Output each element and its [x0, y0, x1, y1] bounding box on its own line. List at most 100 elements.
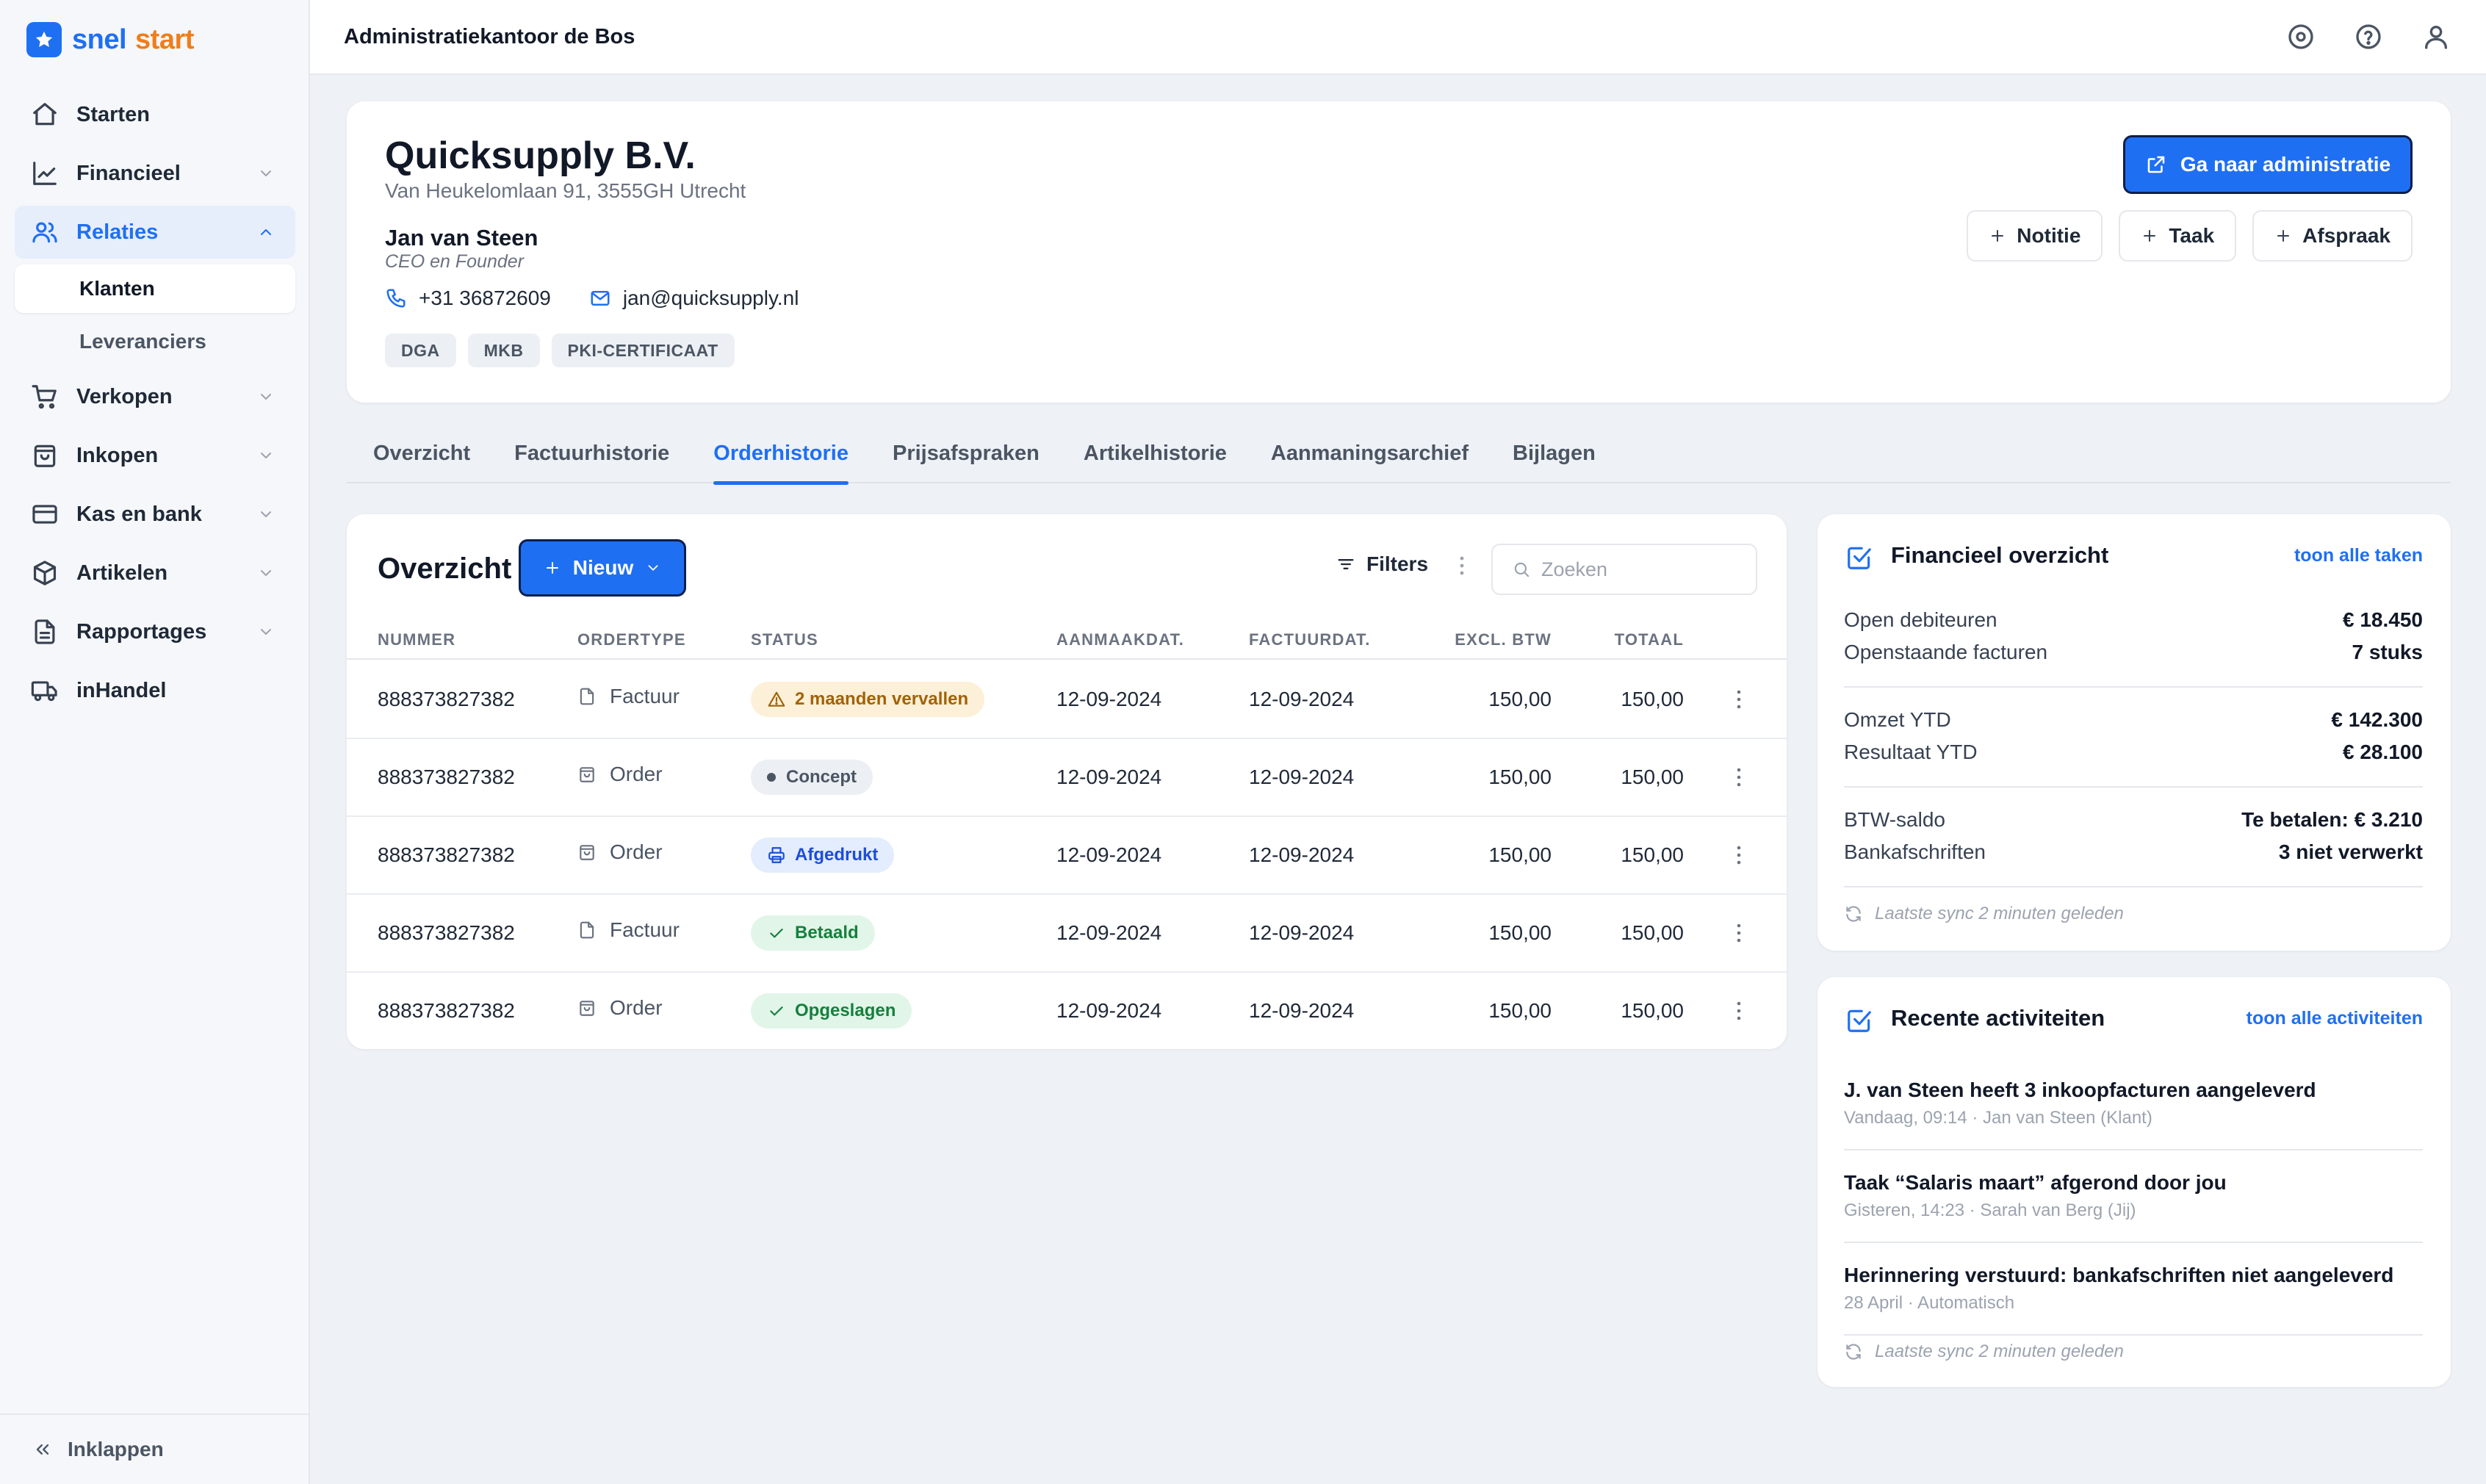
finance-label: Openstaande facturen — [1844, 641, 2048, 663]
search-field[interactable] — [1491, 544, 1757, 595]
nav-item-kas-en-bank[interactable]: Kas en bank — [15, 488, 295, 541]
amount-excl-vat: 150,00 — [1488, 766, 1552, 788]
home-icon — [31, 101, 59, 129]
settings-icon[interactable] — [2286, 22, 2316, 51]
company-name: Quicksupply B.V. — [385, 134, 696, 177]
activity-item[interactable]: Herinnering verstuurd: bankafschriften n… — [1844, 1243, 2423, 1336]
nav-item-inkopen[interactable]: Inkopen — [15, 429, 295, 482]
topbar-actions — [2248, 22, 2451, 51]
file-text-icon — [31, 618, 59, 646]
table-row[interactable]: 888373827382 Order Concept 12-09-2024 12… — [347, 739, 1787, 817]
row-menu-icon[interactable] — [1728, 920, 1750, 946]
tab-prijsafspraken[interactable]: Prijsafspraken — [871, 423, 1062, 483]
nav-label: Inkopen — [76, 443, 159, 467]
sidebar-item-klanten[interactable]: Klanten — [15, 264, 295, 313]
sidebar-item-leveranciers[interactable]: Leveranciers — [15, 317, 295, 366]
sync-status: Laatste sync 2 minuten geleden — [1844, 1341, 2124, 1362]
order-type: Order — [577, 763, 663, 786]
financial-overview-title: Financieel overzicht — [1891, 542, 2109, 568]
sync-label: Laatste sync 2 minuten geleden — [1875, 904, 2124, 923]
tab-aanmaningsarchief[interactable]: Aanmaningsarchief — [1249, 423, 1491, 483]
brand-logo[interactable]: snel start — [26, 21, 194, 59]
order-number: 888373827382 — [378, 688, 515, 710]
column-header-ordertype[interactable]: ORDERTYPE — [577, 630, 686, 649]
new-order-button[interactable]: Nieuw — [519, 539, 686, 597]
filters-button[interactable]: Filters — [1336, 552, 1428, 576]
divider — [1844, 686, 2423, 688]
amount-total: 150,00 — [1621, 843, 1684, 866]
add-appointment-button[interactable]: Afspraak — [2252, 210, 2413, 262]
amount-excl-vat: 150,00 — [1488, 688, 1552, 710]
nav-item-starten[interactable]: Starten — [15, 88, 295, 141]
filter-icon — [1338, 559, 1354, 569]
amount-excl-vat: 150,00 — [1488, 921, 1552, 944]
activity-item[interactable]: J. van Steen heeft 3 inkoopfacturen aang… — [1844, 1058, 2423, 1150]
invoice-date: 12-09-2024 — [1249, 766, 1355, 788]
column-header-excl-btw[interactable]: EXCL. BTW — [1441, 630, 1552, 649]
tab-factuurhistorie[interactable]: Factuurhistorie — [492, 423, 691, 483]
order-number: 888373827382 — [378, 999, 515, 1022]
order-type-label: Factuur — [610, 918, 680, 941]
collapse-sidebar-button[interactable]: Inklappen — [0, 1413, 309, 1484]
order-number: 888373827382 — [378, 843, 515, 866]
activity-item[interactable]: Taak “Salaris maart” afgerond door jou G… — [1844, 1150, 2423, 1243]
column-header-totaal[interactable]: TOTAAL — [1596, 630, 1684, 649]
table-row[interactable]: 888373827382 Factuur Betaald 12-09-2024 … — [347, 895, 1787, 973]
finance-value: 3 niet verwerkt — [2278, 840, 2423, 863]
contact-name: Jan van Steen — [385, 225, 538, 251]
tab-artikelhistorie[interactable]: Artikelhistorie — [1062, 423, 1249, 483]
nav-item-rapportages[interactable]: Rapportages — [15, 605, 295, 658]
nav-item-verkopen[interactable]: Verkopen — [15, 370, 295, 423]
chevron-down-icon — [648, 565, 658, 571]
phone-link[interactable]: +31 36872609 — [419, 287, 551, 310]
checkbox-checked-icon — [1845, 1006, 1873, 1034]
finance-label: Resultaat YTD — [1844, 741, 1978, 763]
table-row[interactable]: 888373827382 Order Opgeslagen 12-09-2024… — [347, 973, 1787, 1051]
more-options-icon[interactable] — [1450, 552, 1474, 579]
row-menu-icon[interactable] — [1728, 842, 1750, 868]
tab-orderhistorie[interactable]: Orderhistorie — [691, 423, 871, 485]
nav-label: Financieel — [76, 161, 181, 185]
add-task-button[interactable]: Taak — [2119, 210, 2237, 262]
tag-list: DGA MKB PKI-CERTIFICAAT — [385, 334, 746, 367]
nav-item-relaties[interactable]: Relaties — [15, 206, 295, 259]
column-header-factuurdatum[interactable]: FACTUURDAT. — [1249, 630, 1371, 649]
column-header-aanmaakdatum[interactable]: AANMAAKDAT. — [1056, 630, 1184, 649]
activity-title: Herinnering verstuurd: bankafschriften n… — [1844, 1264, 2394, 1286]
activity-meta: 28 April · Automatisch — [1844, 1293, 2015, 1313]
dot-icon — [767, 773, 776, 782]
add-note-button[interactable]: Notitie — [1967, 210, 2103, 262]
table-row[interactable]: 888373827382 Factuur 2 maanden vervallen… — [347, 661, 1787, 739]
activity-meta: Gisteren, 14:23 · Sarah van Berg (Jij) — [1844, 1200, 2136, 1220]
status-label: Concept — [786, 767, 857, 787]
check-icon — [770, 929, 783, 938]
row-menu-icon[interactable] — [1728, 998, 1750, 1024]
file-icon — [580, 921, 594, 939]
shopping-bag-icon — [31, 442, 59, 469]
email-link[interactable]: jan@quicksupply.nl — [623, 287, 799, 310]
plus-icon — [2144, 230, 2156, 242]
column-header-nummer[interactable]: NUMMER — [378, 630, 455, 649]
nav-item-inhandel[interactable]: inHandel — [15, 664, 295, 717]
recent-activities-title: Recente activiteiten — [1891, 1005, 2105, 1031]
checkbox-checked-icon — [1845, 544, 1873, 572]
go-to-administration-button[interactable]: Ga naar administratie — [2123, 135, 2413, 194]
tab-bijlagen[interactable]: Bijlagen — [1491, 423, 1618, 483]
show-all-activities-link[interactable]: toon alle activiteiten — [2247, 1008, 2423, 1029]
status-badge: Afgedrukt — [751, 838, 895, 873]
show-all-tasks-link[interactable]: toon alle taken — [2294, 545, 2423, 566]
help-icon[interactable] — [2354, 22, 2383, 51]
user-icon[interactable] — [2421, 22, 2451, 51]
search-input[interactable] — [1541, 558, 1732, 581]
tag-badge: MKB — [467, 334, 540, 367]
nav-item-artikelen[interactable]: Artikelen — [15, 547, 295, 599]
customer-card: Quicksupply B.V. Van Heukelomlaan 91, 35… — [347, 101, 2451, 403]
invoice-date: 12-09-2024 — [1249, 921, 1355, 944]
contact-details: +31 36872609 jan@quicksupply.nl — [385, 287, 799, 310]
table-row[interactable]: 888373827382 Order Afgedrukt 12-09-2024 … — [347, 817, 1787, 895]
row-menu-icon[interactable] — [1728, 764, 1750, 790]
row-menu-icon[interactable] — [1728, 686, 1750, 713]
tab-overzicht[interactable]: Overzicht — [347, 423, 492, 483]
column-header-status[interactable]: STATUS — [751, 630, 818, 649]
nav-item-financieel[interactable]: Financieel — [15, 147, 295, 200]
